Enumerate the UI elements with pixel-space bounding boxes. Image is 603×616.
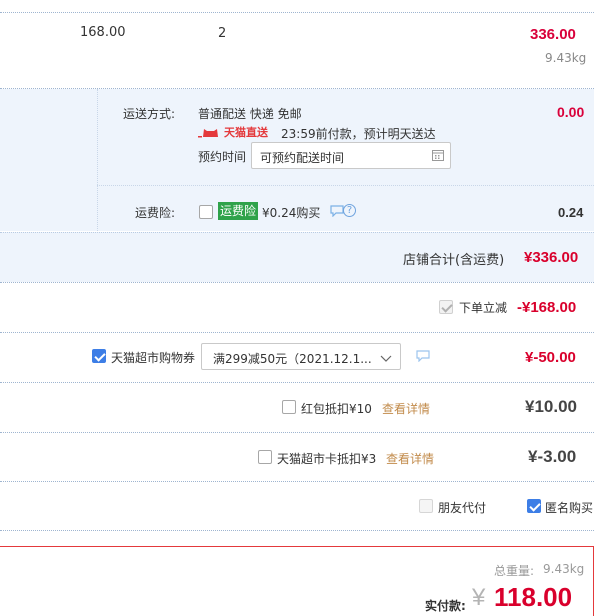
separator [0, 282, 594, 283]
item-weight: 9.43kg [545, 51, 587, 65]
quantity: 2 [218, 26, 227, 41]
supermarket-card-details-link[interactable]: 查看详情 [386, 450, 434, 467]
reserve-time-placeholder: 可预约配送时间 [260, 151, 345, 165]
calendar-icon[interactable] [432, 149, 444, 164]
separator [0, 332, 594, 333]
separator [0, 12, 594, 13]
insurance-fee: 0.24 [558, 205, 584, 220]
discount-checkbox [439, 300, 453, 314]
shipping-label: 运送方式: [123, 107, 176, 121]
shipping-fee: 0.00 [557, 104, 585, 120]
friend-pay-label: 朋友代付 [438, 501, 487, 515]
store-total-amount: ¥336.00 [524, 249, 579, 266]
total-weight-label: 总重量: [494, 564, 535, 578]
red-packet-details-link[interactable]: 查看详情 [382, 400, 430, 417]
panel-divider [97, 185, 594, 186]
discount-label: 下单立减 [459, 301, 508, 315]
separator [0, 382, 594, 383]
reserve-time-label: 预约时间 [198, 150, 247, 164]
insurance-checkbox[interactable] [199, 205, 213, 219]
supermarket-card-checkbox[interactable] [258, 450, 272, 464]
tmall-cat-icon [198, 127, 222, 138]
separator [0, 432, 594, 433]
anonymous-label: 匿名购买 [545, 501, 594, 515]
pay-label: 实付款: [425, 599, 466, 613]
coupon-chat-icon[interactable] [416, 350, 430, 365]
tmall-direct-text: 天猫直送 [224, 126, 268, 139]
store-total-label: 店铺合计(含运费) [403, 253, 505, 268]
coupon-selected-value: 满299减50元（2021.12.1... [213, 352, 372, 366]
red-packet-checkbox[interactable] [282, 400, 296, 414]
coupon-amount: ¥-50.00 [525, 349, 576, 366]
supermarket-card-label: 天猫超市卡抵扣¥3 [277, 452, 377, 466]
chevron-down-icon [380, 352, 392, 366]
pay-amount: 118.00 [494, 582, 573, 612]
discount-amount: -¥168.00 [517, 299, 577, 316]
separator [0, 530, 594, 531]
total-weight: 9.43kg [543, 562, 585, 576]
anonymous-checkbox[interactable] [527, 499, 541, 513]
item-subtotal: 336.00 [530, 26, 576, 43]
red-packet-label: 红包抵扣¥10 [301, 402, 372, 416]
chat-icon[interactable] [330, 205, 344, 220]
reserve-time-input[interactable]: 可预约配送时间 [251, 142, 451, 169]
coupon-select[interactable]: 满299减50元（2021.12.1... [201, 343, 401, 370]
coupon-label: 天猫超市购物券 [111, 351, 196, 365]
delivery-promise: 23:59前付款，预计明天送达 [281, 127, 436, 141]
red-packet-amount: ¥10.00 [525, 397, 577, 416]
help-icon[interactable]: ? [343, 204, 356, 217]
insurance-label: 运费险: [135, 206, 176, 220]
panel-divider [97, 89, 98, 231]
unit-price: 168.00 [80, 25, 126, 40]
insurance-badge: 运费险 [218, 202, 259, 220]
insurance-price: ¥0.24购买 [262, 206, 321, 220]
supermarket-card-amount: ¥-3.00 [528, 447, 577, 466]
store-total-bar [0, 232, 594, 282]
separator [0, 481, 594, 482]
coupon-checkbox[interactable] [92, 349, 106, 363]
friend-pay-checkbox [419, 499, 433, 513]
shipping-method: 普通配送 快递 免邮 [198, 107, 302, 121]
tmall-direct-badge: 天猫直送 [198, 125, 268, 139]
currency-symbol: ¥ [472, 584, 486, 611]
